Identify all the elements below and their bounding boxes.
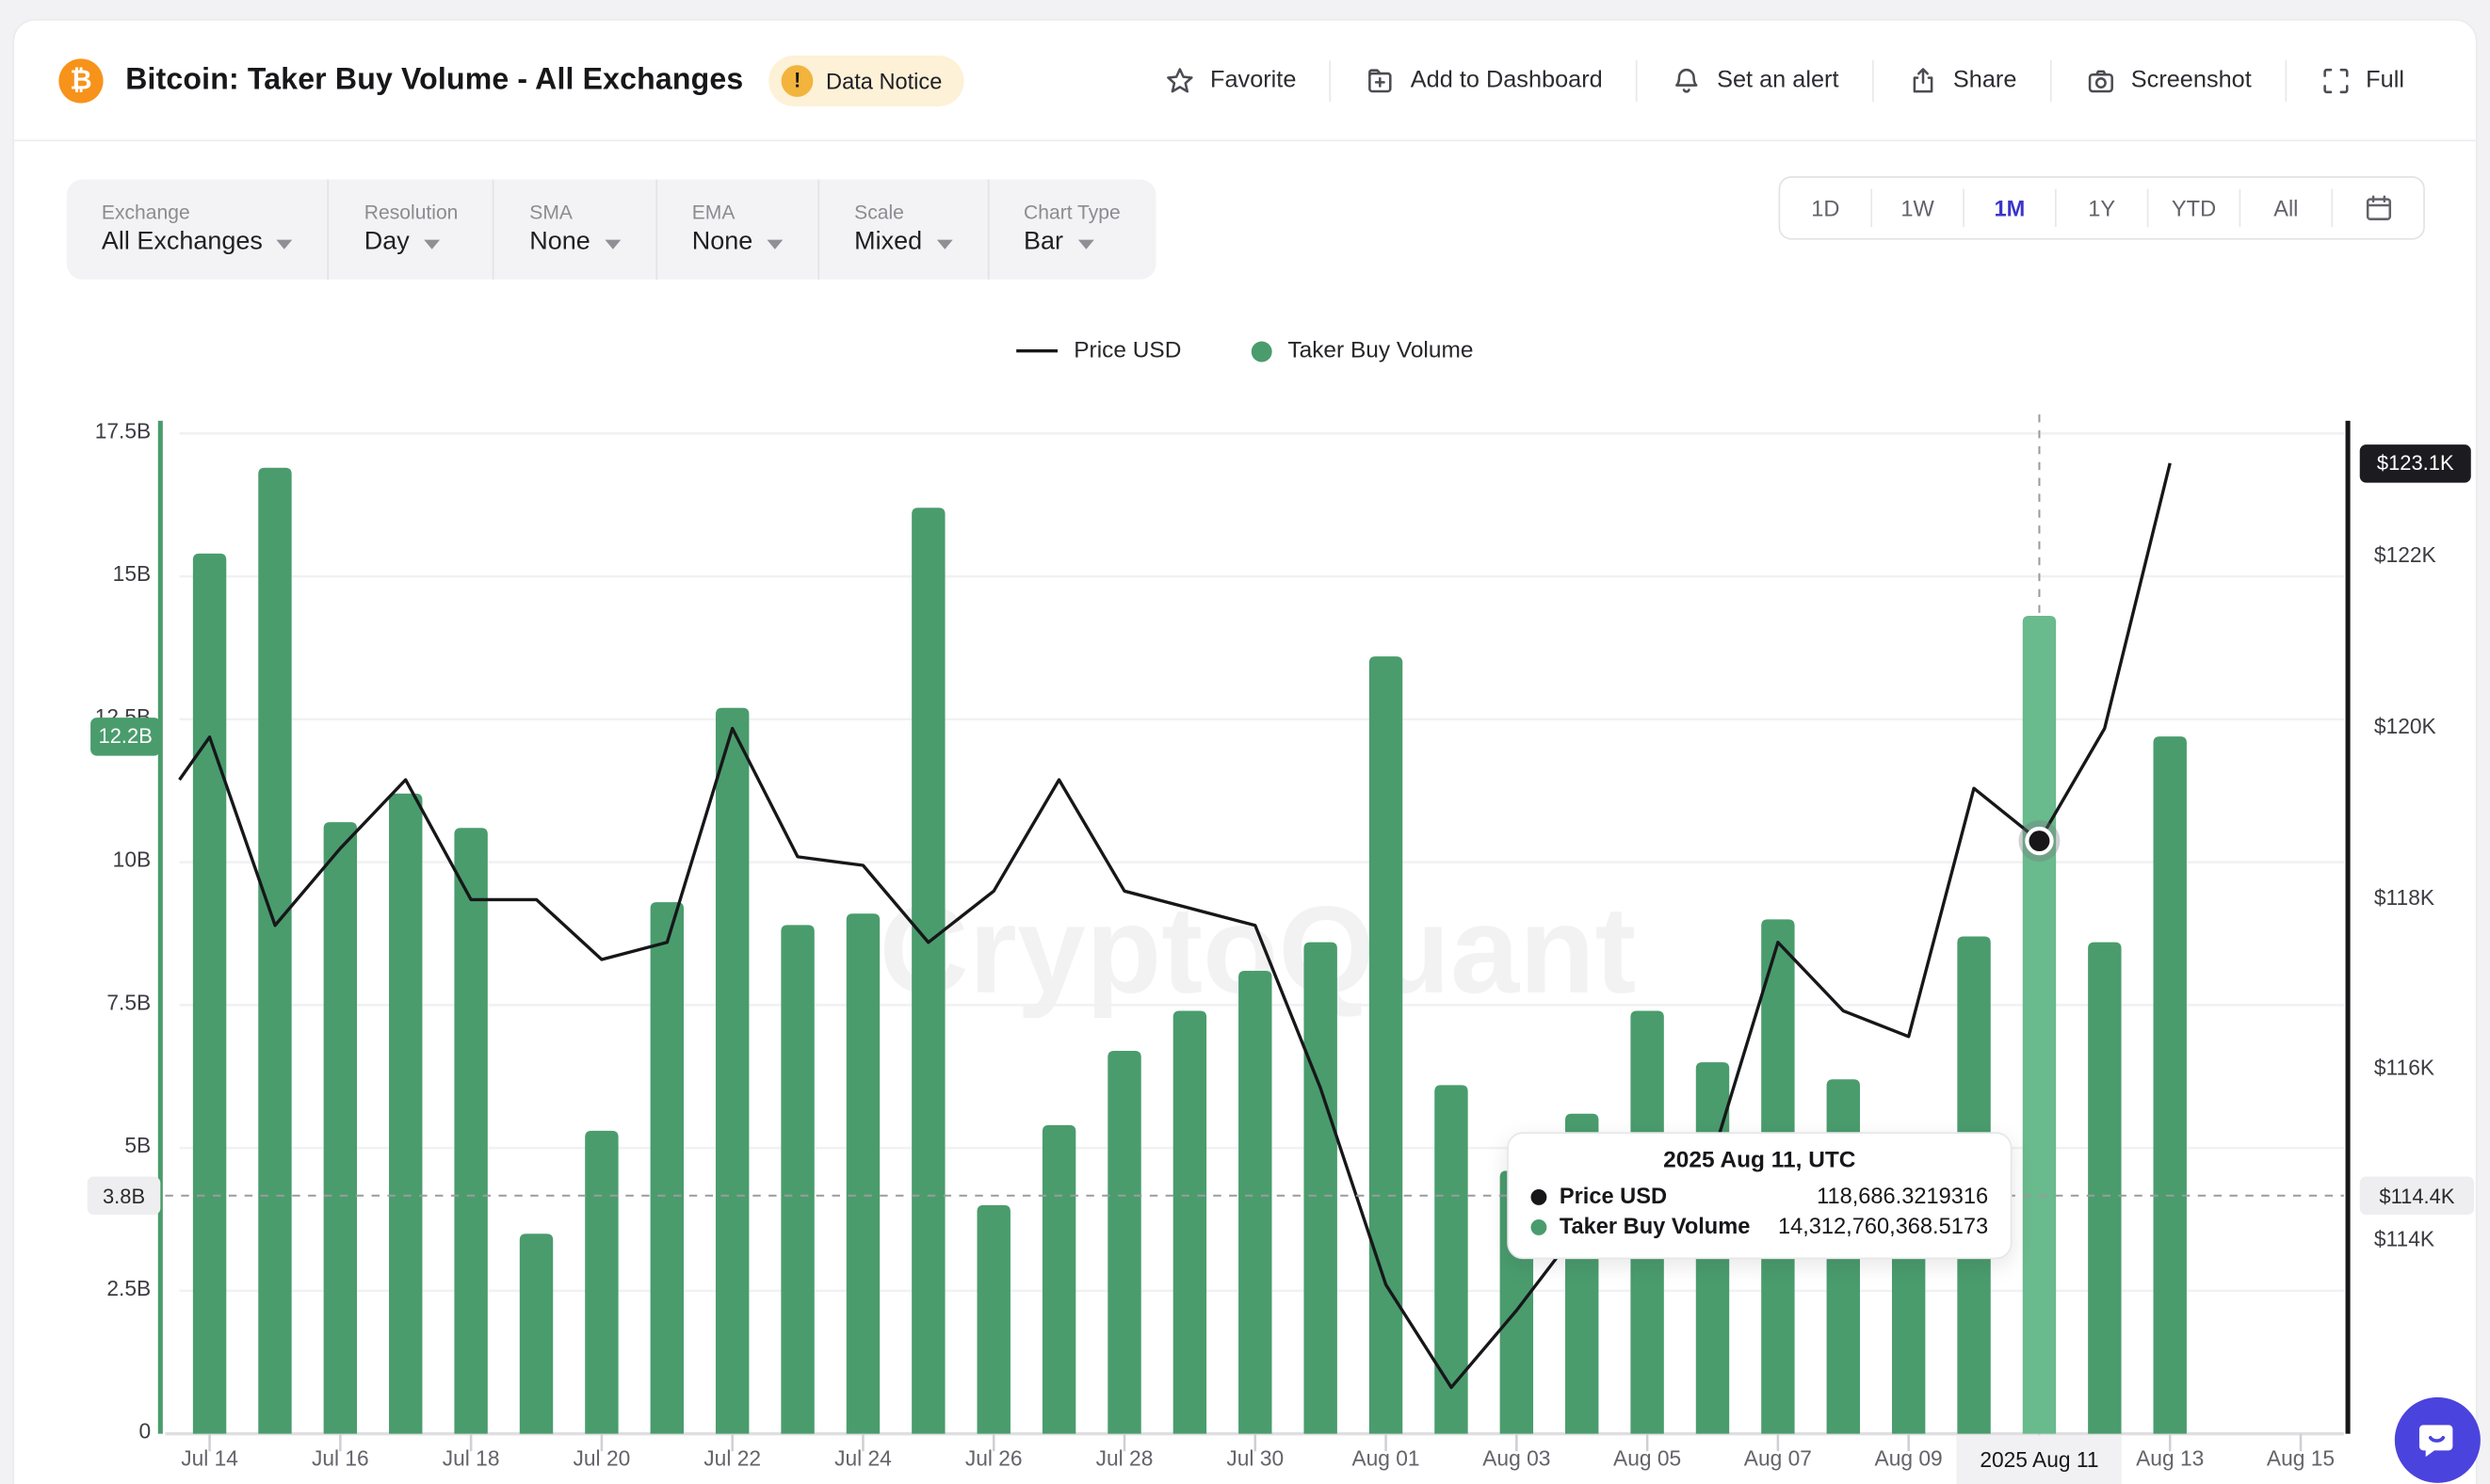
volume-bar-jul-14[interactable] (193, 554, 226, 1434)
right-axis-tick: $122K (2374, 543, 2436, 567)
tooltip-series-label: Taker Buy Volume (1560, 1212, 1750, 1242)
crosshair-volume-badge: 3.8B (88, 1176, 161, 1214)
crosshair-price-badge: $114.4K (2360, 1176, 2474, 1214)
x-axis-label: Jul 16 (274, 1446, 408, 1470)
x-axis-label: Aug 03 (1450, 1446, 1584, 1470)
volume-bar-jul-25[interactable] (912, 508, 945, 1433)
right-axis-tick: $116K (2374, 1057, 2434, 1080)
tooltip-row-price-usd: Price USD 118,686.3219316 (1531, 1182, 1989, 1212)
volume-bar-jul-21[interactable] (651, 902, 684, 1434)
x-axis-label: Jul 22 (666, 1446, 800, 1470)
tooltip-series-dot (1531, 1188, 1547, 1204)
tooltip-series-dot (1531, 1218, 1547, 1234)
volume-bar-jul-18[interactable] (454, 828, 487, 1433)
x-axis-label: Jul 20 (535, 1446, 669, 1470)
volume-bar-jul-20[interactable] (585, 1131, 618, 1434)
volume-bar-jul-28[interactable] (1108, 1051, 1140, 1434)
chart-tooltip: 2025 Aug 11, UTC Price USD 118,686.321931… (1507, 1132, 2012, 1259)
cryptoquant-chart-page: ₿ Bitcoin: Taker Buy Volume - All Exchan… (0, 0, 2490, 1484)
volume-bar-jul-23[interactable] (781, 925, 814, 1433)
chat-widget-button[interactable] (2395, 1397, 2481, 1483)
x-axis-label: Jul 24 (797, 1446, 930, 1470)
price-marker-dot[interactable] (2029, 831, 2049, 851)
chart-card: ₿ Bitcoin: Taker Buy Volume - All Exchan… (12, 19, 2477, 1484)
volume-bar-jul-19[interactable] (520, 1234, 553, 1433)
left-axis-tick: 17.5B (72, 419, 151, 443)
x-axis-label: Jul 18 (404, 1446, 538, 1470)
x-axis-label: Jul 30 (1188, 1446, 1322, 1470)
tooltip-date: 2025 Aug 11, UTC (1531, 1148, 1989, 1173)
price-current-badge: $123.1K (2360, 444, 2471, 482)
volume-bar-jul-24[interactable] (847, 913, 880, 1433)
right-axis-line (2346, 421, 2351, 1434)
x-axis-label: Jul 28 (1058, 1446, 1191, 1470)
right-axis-tick: $120K (2374, 714, 2436, 737)
volume-bar-jul-16[interactable] (324, 822, 357, 1434)
price-volume-chart: CryptoQuant (14, 21, 2477, 1484)
volume-bar-aug-12[interactable] (2088, 943, 2121, 1434)
x-axis-label: Aug 15 (2234, 1446, 2368, 1470)
left-axis-tick: 5B (72, 1134, 151, 1157)
volume-bar-aug-02[interactable] (1434, 1085, 1467, 1433)
x-axis-label: Aug 05 (1580, 1446, 1714, 1470)
x-axis-label: Aug 07 (1711, 1446, 1845, 1470)
volume-bar-aug-13[interactable] (2154, 736, 2187, 1434)
volume-bar-aug-01[interactable] (1369, 656, 1402, 1434)
x-axis-label: Jul 14 (143, 1446, 277, 1470)
right-axis-tick: $114K (2374, 1228, 2434, 1251)
x-axis-label: Aug 01 (1319, 1446, 1453, 1470)
x-axis-label: Jul 26 (927, 1446, 1060, 1470)
left-axis-tick: 7.5B (72, 991, 151, 1014)
tooltip-series-value: 118,686.3219316 (1817, 1182, 1988, 1212)
right-axis-tick: $118K (2374, 885, 2434, 909)
volume-bar-aug-11[interactable] (2023, 616, 2056, 1434)
volume-bar-jul-26[interactable] (978, 1205, 1011, 1434)
left-axis-tick: 2.5B (72, 1277, 151, 1300)
volume-bar-jul-29[interactable] (1173, 1010, 1206, 1433)
x-axis-label: Aug 09 (1842, 1446, 1976, 1470)
volume-bar-jul-15[interactable] (258, 468, 291, 1434)
x-axis-label: Aug 13 (2103, 1446, 2237, 1470)
tooltip-series-label: Price USD (1560, 1182, 1667, 1212)
volume-bar-jul-17[interactable] (389, 794, 422, 1434)
left-axis-line (158, 421, 163, 1434)
tooltip-series-value: 14,312,760,368.5173 (1778, 1212, 1988, 1242)
volume-bar-jul-27[interactable] (1043, 1125, 1075, 1434)
volume-bar-jul-30[interactable] (1238, 971, 1271, 1434)
volume-bar-jul-22[interactable] (716, 708, 749, 1434)
left-axis-tick: 10B (72, 847, 151, 871)
left-axis-tick: 15B (72, 562, 151, 586)
x-highlight-badge: 2025 Aug 11 (1957, 1435, 2122, 1484)
volume-current-badge: 12.2B (90, 718, 160, 755)
left-axis-tick: 0 (72, 1419, 151, 1443)
chat-bubble-icon (2414, 1416, 2462, 1464)
tooltip-row-taker-buy-volume: Taker Buy Volume 14,312,760,368.5173 (1531, 1212, 1989, 1242)
volume-bar-jul-31[interactable] (1303, 943, 1336, 1434)
